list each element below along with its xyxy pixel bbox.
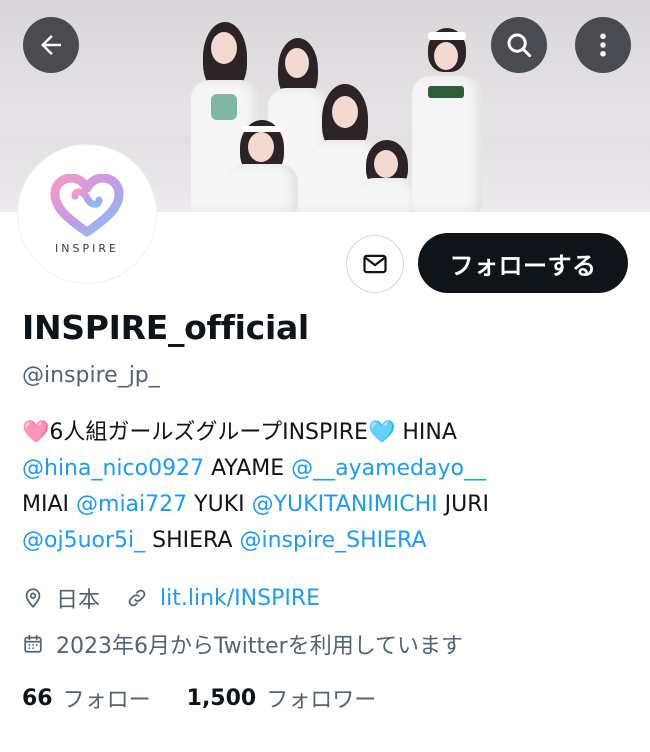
bio-line-3: MIAI @miai727 YUKI @YUKITANIMICHI JURI	[22, 487, 632, 523]
user-handle: @inspire_jp_	[22, 363, 160, 388]
profile-meta-location-link: 日本 lit.link/INSPIRE	[22, 582, 320, 614]
inspire-heart-logo-icon	[50, 173, 124, 236]
profile-stats: 66 フォロー 1,500 フォロワー	[22, 682, 412, 714]
bio-text: 6人組ガールズグループINSPIRE	[49, 420, 368, 445]
profile-bio: 🩷6人組ガールズグループINSPIRE🩵 HINA @hina_nico0927…	[22, 415, 632, 559]
message-button[interactable]	[346, 235, 404, 293]
blue-heart-emoji: 🩵	[367, 420, 396, 445]
joined-date-text: 2023年6月からTwitterを利用しています	[56, 634, 464, 659]
bio-mention-link[interactable]: @oj5uor5i_	[22, 528, 145, 553]
bio-text: MIAI	[22, 492, 77, 517]
bio-line-2: @hina_nico0927 AYAME @__ayamedayo__	[22, 451, 632, 487]
location-text: 日本	[56, 588, 101, 613]
bio-mention-link[interactable]: @miai727	[76, 492, 187, 517]
arrow-left-icon	[41, 35, 61, 55]
bio-text: AYAME	[204, 456, 292, 481]
link-icon	[126, 587, 148, 609]
profile-website-link[interactable]: lit.link/INSPIRE	[160, 586, 320, 611]
followers-stat[interactable]: 1,500 フォロワー	[187, 682, 377, 714]
more-button[interactable]	[575, 17, 631, 73]
bio-line-4: @oj5uor5i_ SHIERA @inspire_SHIERA	[22, 523, 632, 559]
bio-text: JURI	[437, 492, 490, 517]
bio-text: SHIERA	[145, 528, 240, 553]
bio-mention-link[interactable]: @YUKITANIMICHI	[252, 492, 438, 517]
following-stat[interactable]: 66 フォロー	[22, 682, 151, 714]
following-count: 66	[22, 685, 53, 711]
bio-mention-link[interactable]: @__ayamedayo__	[291, 456, 486, 481]
display-name: INSPIRE_official	[22, 308, 309, 347]
bio-line-1: 🩷6人組ガールズグループINSPIRE🩵 HINA	[22, 415, 632, 451]
bio-mention-link[interactable]: @hina_nico0927	[22, 456, 204, 481]
location-pin-icon	[22, 587, 44, 609]
pink-heart-emoji: 🩷	[22, 420, 50, 445]
avatar-logo: INSPIRE	[26, 153, 148, 275]
back-button[interactable]	[23, 17, 79, 73]
following-label: フォロー	[62, 688, 151, 713]
avatar-logo-text: INSPIRE	[55, 241, 119, 255]
followers-label: フォロワー	[266, 688, 377, 713]
calendar-icon	[22, 633, 44, 655]
more-vertical-icon	[600, 33, 606, 57]
follow-button[interactable]: フォローする	[418, 233, 628, 293]
profile-avatar[interactable]: INSPIRE	[18, 145, 156, 283]
banner-figure-3	[222, 120, 302, 212]
followers-count: 1,500	[186, 685, 257, 711]
banner-figure-6	[408, 24, 486, 212]
profile-meta-joined: 2023年6月からTwitterを利用しています	[22, 628, 463, 660]
bio-text: HINA	[395, 420, 457, 445]
search-button[interactable]	[491, 17, 547, 73]
envelope-icon	[363, 254, 387, 274]
bio-text: YUKI	[187, 492, 252, 517]
search-icon	[507, 33, 532, 58]
bio-mention-link[interactable]: @inspire_SHIERA	[239, 528, 426, 553]
